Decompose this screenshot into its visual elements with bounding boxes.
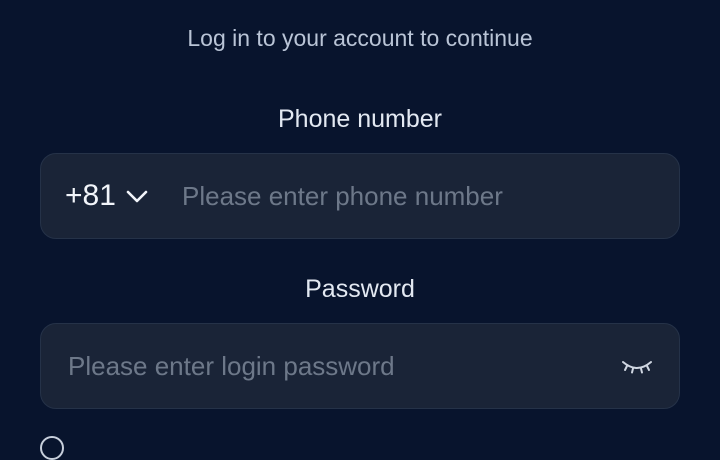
phone-number-field: +81 [40,153,680,239]
country-code-value: +81 [65,179,116,212]
password-input[interactable] [68,324,608,408]
page-subtitle: Log in to your account to continue [187,25,533,51]
remember-option[interactable] [40,436,64,460]
chevron-down-icon [124,183,150,209]
eye-closed-icon[interactable] [619,354,655,378]
password-field [40,323,680,409]
password-label: Password [305,275,415,303]
country-code-selector[interactable]: +81 [65,154,150,238]
phone-number-label: Phone number [277,105,442,133]
phone-number-input[interactable] [182,154,652,238]
remember-radio[interactable] [40,436,64,460]
